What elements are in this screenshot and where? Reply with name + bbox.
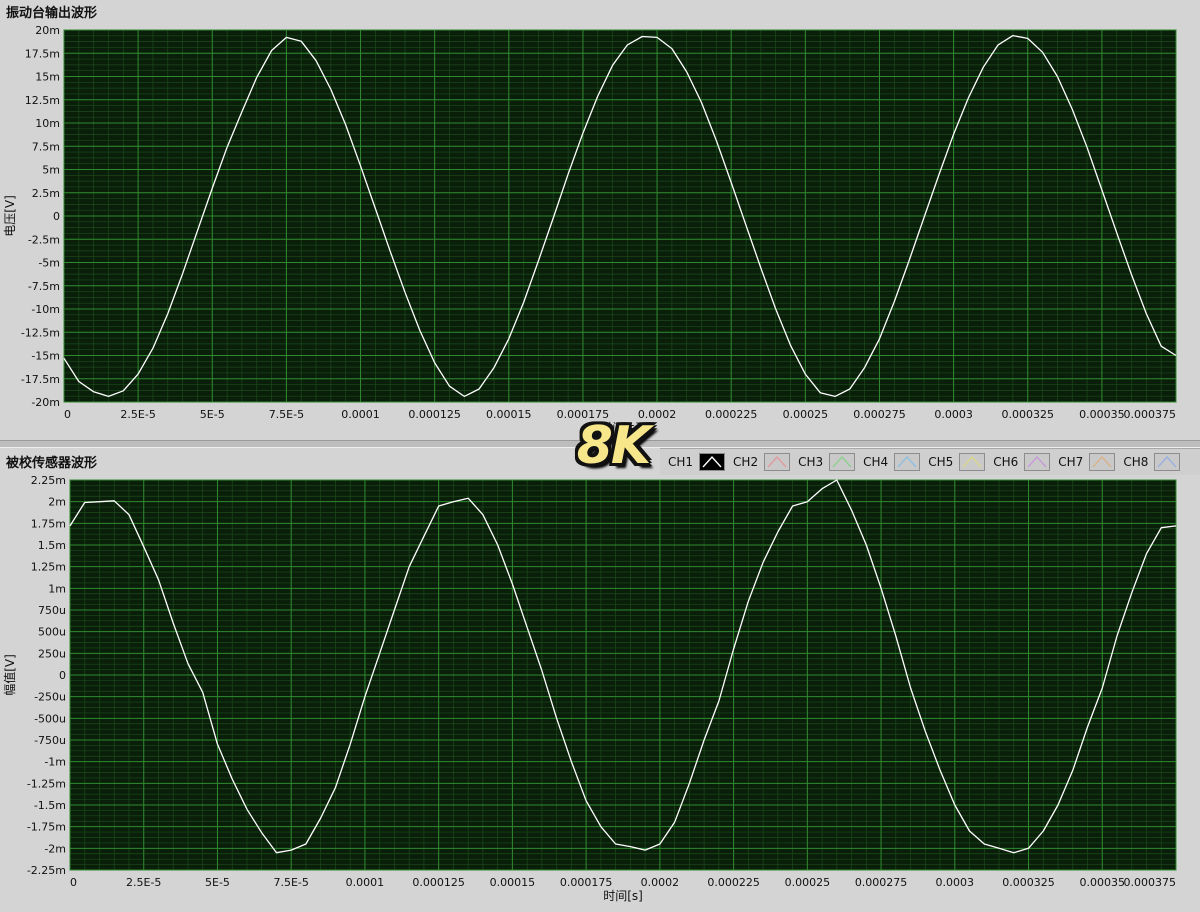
y-tick-label: 20m (35, 24, 60, 37)
x-tick-label: 0.000325 (1002, 876, 1055, 889)
y-tick-label: 1m (48, 582, 66, 595)
y-tick-label: -10m (31, 303, 60, 316)
x-axis-label: 时间[s] (603, 889, 643, 903)
legend-swatch-icon[interactable] (1024, 453, 1051, 471)
legend-swatch-icon[interactable] (1154, 453, 1181, 471)
x-tick-label: 5E-5 (205, 876, 230, 889)
y-axis-label: 幅值[V] (2, 654, 17, 696)
legend-item-ch7[interactable]: CH7 (1058, 453, 1116, 471)
y-tick-label: -7.5m (28, 280, 60, 293)
y-tick-label: 2.25m (31, 474, 66, 487)
y-tick-label: -2.5m (28, 233, 60, 246)
legend-label: CH5 (928, 455, 954, 469)
x-tick-label: 0 (70, 876, 77, 889)
resolution-badge: 8K (558, 414, 668, 478)
legend-label: CH7 (1058, 455, 1084, 469)
legend-label: CH1 (668, 455, 694, 469)
x-tick-label: 0.000375 (1124, 876, 1177, 889)
y-tick-label: 2m (48, 496, 66, 509)
legend-item-ch5[interactable]: CH5 (928, 453, 986, 471)
y-tick-label: 0 (53, 210, 60, 223)
y-tick-label: -1.75m (27, 821, 66, 834)
y-tick-label: 1.5m (38, 539, 66, 552)
x-tick-label: 0.0003 (934, 408, 973, 421)
legend-swatch-icon[interactable] (699, 453, 726, 471)
legend-swatch-icon[interactable] (764, 453, 791, 471)
x-tick-label: 0.000125 (412, 876, 465, 889)
y-tick-label: -2m (44, 842, 66, 855)
y-tick-label: 500u (38, 626, 66, 639)
x-tick-label: 0.0002 (641, 876, 680, 889)
legend-item-ch6[interactable]: CH6 (993, 453, 1051, 471)
y-tick-label: 10m (35, 117, 60, 130)
legend-item-ch1[interactable]: CH1 (668, 453, 726, 471)
legend-item-ch4[interactable]: CH4 (863, 453, 921, 471)
y-tick-label: 17.5m (25, 47, 60, 60)
y-tick-label: -20m (31, 396, 60, 409)
bottom-panel-title: 被校传感器波形 (6, 456, 98, 471)
y-tick-label: -15m (31, 350, 60, 363)
x-tick-label: 5E-5 (200, 408, 225, 421)
y-tick-label: -2.25m (27, 864, 66, 877)
x-tick-label: 0.00025 (783, 408, 829, 421)
y-tick-label: 2.5m (32, 187, 60, 200)
legend-swatch-icon[interactable] (829, 453, 856, 471)
legend-item-ch8[interactable]: CH8 (1123, 453, 1181, 471)
x-tick-label: 0.00025 (785, 876, 831, 889)
x-tick-label: 0.0001 (346, 876, 385, 889)
x-tick-label: 0.00015 (486, 408, 532, 421)
y-tick-label: -500u (34, 712, 66, 725)
y-tick-label: 5m (42, 164, 60, 177)
y-tick-label: 750u (38, 604, 66, 617)
legend-item-ch3[interactable]: CH3 (798, 453, 856, 471)
legend-label: CH2 (733, 455, 759, 469)
legend-swatch-icon[interactable] (1089, 453, 1116, 471)
y-tick-label: 0 (59, 669, 66, 682)
y-tick-label: -17.5m (21, 373, 60, 386)
legend-label: CH4 (863, 455, 889, 469)
y-tick-label: 15m (35, 71, 60, 84)
y-tick-label: 250u (38, 647, 66, 660)
y-tick-label: -5m (38, 257, 60, 270)
legend-swatch-icon[interactable] (959, 453, 986, 471)
x-tick-label: 0.000225 (707, 876, 760, 889)
y-tick-label: 7.5m (32, 140, 60, 153)
y-tick-label: -1.25m (27, 777, 66, 790)
x-tick-label: 0.000225 (705, 408, 758, 421)
legend-label: CH3 (798, 455, 824, 469)
y-tick-label: 1.25m (31, 561, 66, 574)
y-tick-label: 1.75m (31, 517, 66, 530)
y-tick-label: -1m (44, 756, 66, 769)
y-tick-label: 12.5m (25, 94, 60, 107)
x-tick-label: 7.5E-5 (269, 408, 304, 421)
x-tick-label: 0.0001 (341, 408, 380, 421)
x-tick-label: 0.000175 (560, 876, 613, 889)
x-tick-label: 0.000125 (408, 408, 461, 421)
x-tick-label: 0.00035 (1079, 408, 1125, 421)
x-tick-label: 0.0003 (936, 876, 975, 889)
x-tick-label: 0 (64, 408, 71, 421)
x-tick-label: 0.00015 (490, 876, 536, 889)
x-tick-label: 2.5E-5 (120, 408, 155, 421)
legend-label: CH8 (1123, 455, 1149, 469)
legend-swatch-icon[interactable] (894, 453, 921, 471)
x-tick-label: 7.5E-5 (273, 876, 308, 889)
badge-text: 8K (576, 416, 651, 476)
x-tick-label: 0.000325 (1001, 408, 1054, 421)
y-axis-label: 电压[V] (3, 195, 17, 237)
legend-item-ch2[interactable]: CH2 (733, 453, 791, 471)
y-tick-label: -12.5m (21, 326, 60, 339)
x-tick-label: 0.00035 (1080, 876, 1126, 889)
x-tick-label: 0.000275 (855, 876, 908, 889)
channel-legend: CH1 CH2 CH3 CH4 CH5 CH6 CH7 CH8 (660, 448, 1200, 475)
y-tick-label: -1.5m (34, 799, 66, 812)
legend-label: CH6 (993, 455, 1019, 469)
x-tick-label: 0.000375 (1124, 408, 1177, 421)
top-waveform-chart: 0 2.5E-5 5E-5 7.5E-5 0.0001 0.000125 0.00015 0.… (3, 24, 1177, 435)
y-tick-label: -250u (34, 691, 66, 704)
x-tick-label: 2.5E-5 (126, 876, 161, 889)
y-tick-label: -750u (34, 734, 66, 747)
x-tick-label: 0.000275 (853, 408, 906, 421)
bottom-waveform-chart: 0 2.5E-5 5E-5 7.5E-5 0.0001 0.000125 0.00015 0.… (2, 474, 1177, 903)
